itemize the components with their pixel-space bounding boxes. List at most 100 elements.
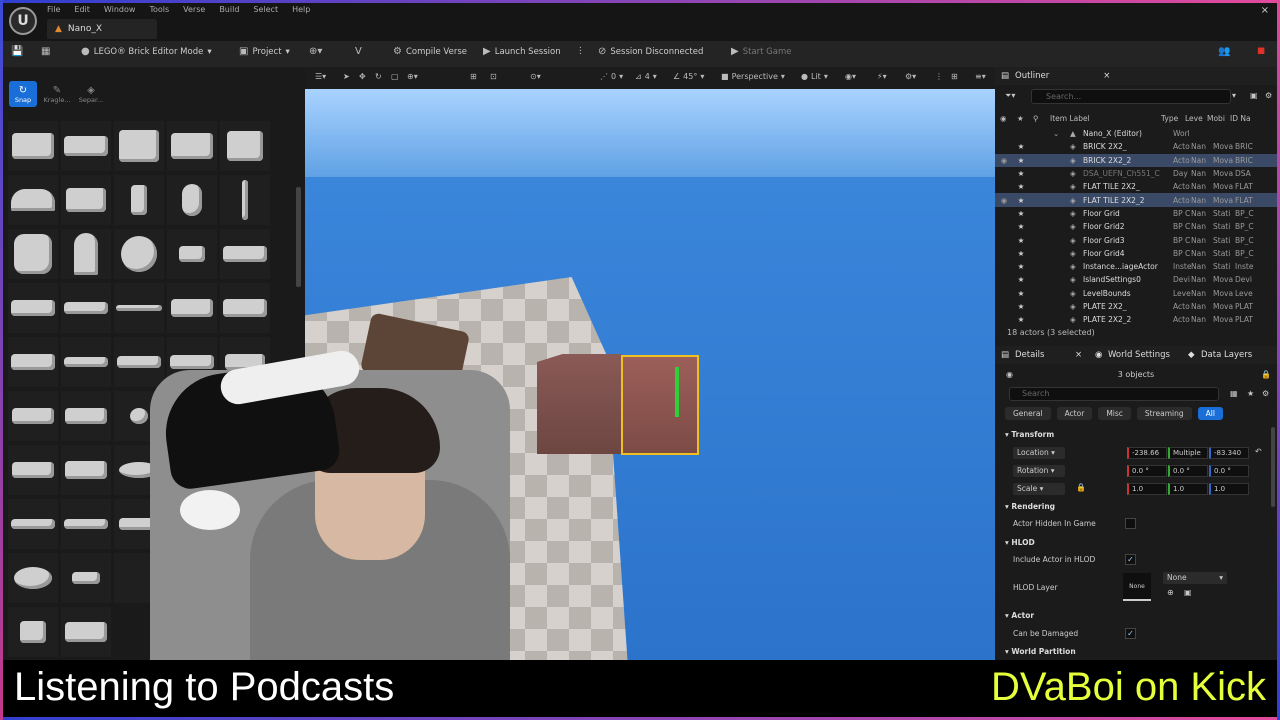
section-world-partition[interactable]: ▾ World Partition — [1005, 647, 1076, 656]
outliner-settings-icon[interactable]: ⚙ — [1265, 91, 1272, 100]
outliner-row[interactable]: ★ ◈ FLAT TILE 2X2_ Acto Nan Mova FLAT — [995, 180, 1277, 193]
outliner-row[interactable]: ★ ◈ IslandSettings0 Devi Nan Mova Devi — [995, 273, 1277, 286]
outliner-row[interactable]: ★ ◈ Floor Grid4 BP C Nan Stati BP_C — [995, 247, 1277, 260]
column-type[interactable]: Type — [1161, 114, 1178, 123]
filter-actor[interactable]: Actor — [1056, 407, 1093, 420]
brick-tile[interactable] — [61, 175, 111, 225]
table-view-icon[interactable]: ▦ — [1230, 389, 1238, 398]
rotation-x-field[interactable]: 0.0 ° — [1127, 465, 1167, 477]
content-browser-icon[interactable]: ▦ — [41, 46, 50, 57]
save-icon[interactable]: 💾 — [11, 46, 23, 57]
outliner-row[interactable]: ★ ◈ Floor Grid3 BP C Nan Stati BP_C — [995, 233, 1277, 246]
column-item-label[interactable]: Item Label — [1050, 114, 1090, 123]
brick-tile[interactable] — [167, 229, 217, 279]
section-actor[interactable]: ▾ Actor — [1005, 611, 1034, 620]
tab-world-settings[interactable]: World Settings — [1108, 350, 1170, 360]
brick-tile[interactable] — [8, 553, 58, 603]
filter-general[interactable]: General — [1005, 407, 1051, 420]
selected-brick[interactable] — [537, 354, 622, 454]
include-hlod-checkbox[interactable]: ✓ — [1125, 554, 1136, 565]
rotate-tool-icon[interactable]: ↻ — [375, 72, 382, 81]
lego-badge-icon[interactable]: ■ — [1257, 46, 1265, 56]
menu-tools[interactable]: Tools — [149, 5, 169, 14]
brick-tile[interactable] — [61, 553, 111, 603]
column-id[interactable]: ID Na — [1230, 114, 1251, 123]
cursor-icon[interactable]: ⊙▾ — [530, 72, 541, 81]
brick-tile[interactable] — [61, 445, 111, 495]
favorite-star-icon[interactable]: ★ — [1015, 209, 1027, 218]
details-scrollbar[interactable] — [1271, 427, 1275, 507]
favorite-star-icon[interactable]: ★ — [1015, 262, 1027, 271]
section-hlod[interactable]: ▾ HLOD — [1005, 538, 1035, 547]
angle-snap[interactable]: ∠ 45° ▾ — [673, 72, 704, 81]
section-transform[interactable]: ▾ Transform — [1005, 430, 1054, 439]
mode-dropdown[interactable]: ● LEGO® Brick Editor Mode ▾ — [81, 46, 212, 57]
outliner-title[interactable]: Outliner — [1015, 71, 1049, 81]
brick-tile[interactable] — [220, 283, 270, 333]
menu-select[interactable]: Select — [253, 5, 278, 14]
menu-window[interactable]: Window — [104, 5, 136, 14]
favorite-star-icon[interactable]: ★ — [1015, 302, 1027, 311]
brick-tile[interactable] — [8, 121, 58, 171]
filter-icon[interactable]: ⏷▾ — [1005, 91, 1015, 101]
favorite-star-icon[interactable]: ★ — [1015, 236, 1027, 245]
filter-streaming[interactable]: Streaming — [1136, 407, 1192, 420]
outliner-row[interactable]: ★ ◈ Floor Grid2 BP C Nan Stati BP_C — [995, 220, 1277, 233]
scale-y-field[interactable]: 1.0 — [1168, 483, 1208, 495]
collapse-icon[interactable]: ⌄ — [1053, 129, 1059, 138]
scale-lock-icon[interactable]: 🔒 — [1076, 483, 1086, 492]
outliner-row[interactable]: ★ ◈ PLATE 2X2_2 Acto Nan Mova PLAT — [995, 313, 1277, 326]
favorite-star-icon[interactable]: ★ — [1015, 196, 1027, 205]
visibility-column-icon[interactable]: ◉ — [1000, 114, 1007, 123]
scale-tool-icon[interactable]: ▢ — [391, 72, 399, 81]
hlod-thumbnail[interactable]: None — [1123, 573, 1151, 601]
separate-mode-button[interactable]: ◈ Separ... — [77, 81, 105, 107]
folder-icon[interactable]: ▣ — [1184, 588, 1192, 597]
favorite-star-icon[interactable]: ★ — [1247, 389, 1254, 398]
brick-tile[interactable] — [8, 499, 58, 549]
lock-icon[interactable]: ⊡ — [490, 72, 497, 81]
favorite-star-icon[interactable]: ★ — [1015, 222, 1027, 231]
outliner-close-icon[interactable]: × — [1103, 71, 1110, 81]
brick-tile[interactable] — [167, 175, 217, 225]
outliner-row[interactable]: ★ ◈ LevelBounds Leve Nan Mova Leve — [995, 287, 1277, 300]
brick-tile[interactable] — [114, 283, 164, 333]
visibility-eye-icon[interactable]: ◉ — [998, 156, 1010, 165]
window-close-icon[interactable]: × — [1261, 5, 1269, 16]
outliner-row[interactable]: ★ ◈ Floor Grid BP C Nan Stati BP_C — [995, 207, 1277, 220]
browse-icon[interactable]: ⊕ — [1167, 588, 1174, 597]
pin-column-icon[interactable]: ⚲ — [1033, 114, 1039, 123]
outliner-row[interactable]: ★ ◈ PLATE 2X2_ Acto Nan Mova PLAT — [995, 300, 1277, 313]
brick-tile[interactable] — [167, 283, 217, 333]
perspective-dropdown[interactable]: ■ Perspective ▾ — [721, 72, 785, 81]
verse-icon[interactable]: V — [355, 46, 362, 57]
section-rendering[interactable]: ▾ Rendering — [1005, 502, 1055, 511]
layout-icon[interactable]: ⊞ — [951, 72, 958, 81]
menu-file[interactable]: File — [47, 5, 60, 14]
brick-tile[interactable] — [61, 121, 111, 171]
visibility-eye-icon[interactable]: ◉ — [998, 196, 1010, 205]
favorite-star-icon[interactable]: ★ — [1015, 156, 1027, 165]
scale-dropdown[interactable]: Scale ▾ — [1013, 483, 1065, 495]
outliner-row[interactable]: ★ ◈ DSA_UEFN_Ch551_C Day Nan Mova DSA — [995, 167, 1277, 180]
brick-tile[interactable] — [8, 337, 58, 387]
brick-tile[interactable] — [8, 607, 58, 657]
location-z-field[interactable]: -83.340 — [1209, 447, 1249, 459]
settings-gear-icon[interactable]: ⚙▾ — [905, 72, 916, 81]
session-status[interactable]: ⊘ Session Disconnected — [598, 46, 703, 57]
location-dropdown[interactable]: Location ▾ — [1013, 447, 1065, 459]
outliner-row[interactable]: ◉ ★ ◈ FLAT TILE 2X2_2 Acto Nan Mova FLAT — [995, 193, 1277, 207]
outliner-root-row[interactable]: ⌄ ▲ Nano_X (Editor) Worl — [995, 127, 1277, 140]
brick-tile[interactable] — [220, 229, 270, 279]
brick-tile[interactable] — [8, 283, 58, 333]
favorite-star-icon[interactable]: ★ — [1015, 249, 1027, 258]
brick-tile[interactable] — [114, 175, 164, 225]
launch-session-button[interactable]: ▶ Launch Session — [483, 46, 561, 57]
favorite-star-icon[interactable]: ★ — [1015, 182, 1027, 191]
tab-details[interactable]: Details — [1015, 350, 1044, 360]
can-be-damaged-checkbox[interactable]: ✓ — [1125, 628, 1136, 639]
details-close-icon[interactable]: × — [1075, 350, 1082, 360]
add-folder-icon[interactable]: ▣ — [1250, 91, 1258, 100]
tab-data-layers[interactable]: Data Layers — [1201, 350, 1252, 360]
favorite-star-icon[interactable]: ★ — [1015, 169, 1027, 178]
